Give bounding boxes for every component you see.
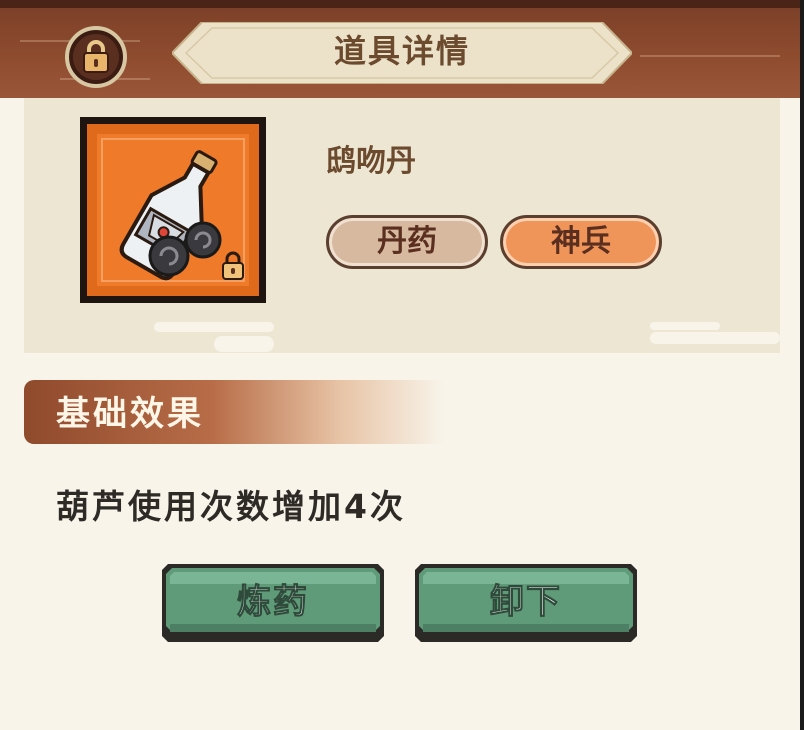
unequip-button[interactable]: 卸下 <box>413 562 639 644</box>
refine-button-label: 炼药 <box>237 582 309 623</box>
item-detail-panel: 道具详情 鸱吻丹 丹药 神兵 基础效果 葫芦使用次数增加4次 炼药 卸下 <box>0 0 804 730</box>
lock-button[interactable] <box>65 26 127 88</box>
cloud-decoration <box>650 322 720 330</box>
section-title: 基础效果 <box>56 394 204 434</box>
lock-icon <box>222 251 244 280</box>
cloud-decoration <box>154 322 274 332</box>
unequip-button-label: 卸下 <box>490 582 562 623</box>
item-name: 鸱吻丹 <box>326 144 416 179</box>
effect-description: 葫芦使用次数增加4次 <box>56 487 406 526</box>
refine-button[interactable]: 炼药 <box>160 562 386 644</box>
page-title: 道具详情 <box>333 32 470 70</box>
item-icon-frame <box>80 117 266 303</box>
tag-pill-medicine: 丹药 <box>326 215 488 269</box>
header-decoration <box>640 55 780 57</box>
title-banner: 道具详情 <box>172 22 632 84</box>
lock-icon <box>83 40 109 73</box>
cloud-decoration <box>650 332 780 344</box>
potion-bottle-icon <box>119 150 244 281</box>
tag-pill-weapon: 神兵 <box>500 215 662 269</box>
cloud-decoration <box>214 336 274 352</box>
